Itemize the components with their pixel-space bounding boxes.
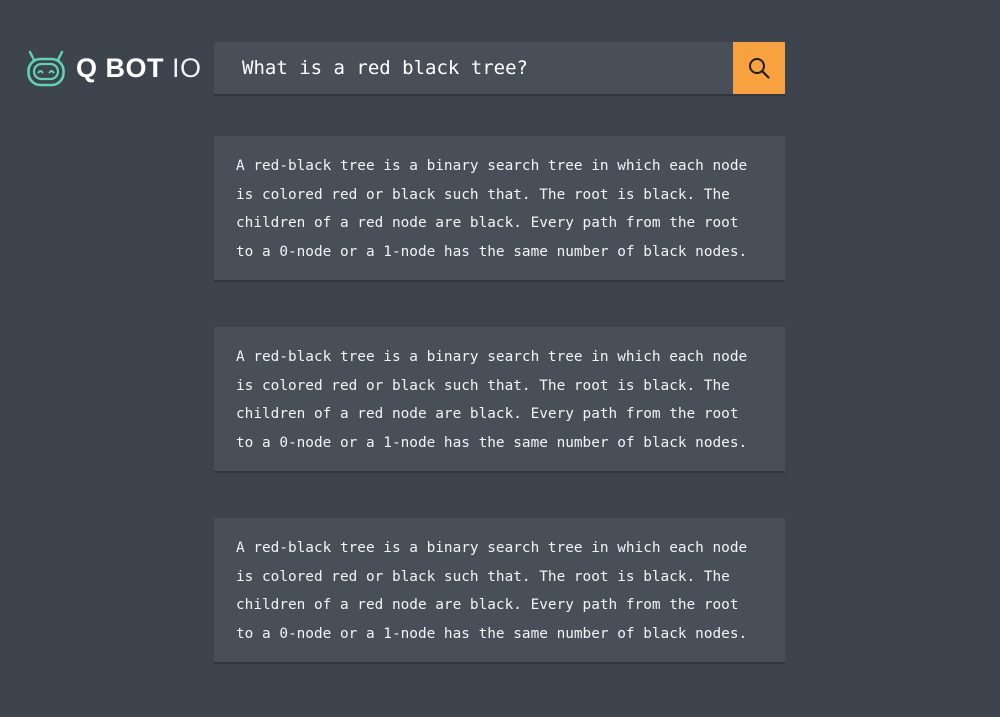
- answer-card: A red-black tree is a binary search tree…: [214, 518, 785, 662]
- robot-icon: [27, 50, 65, 87]
- answer-card: A red-black tree is a binary search tree…: [214, 327, 785, 471]
- search-button[interactable]: [733, 42, 785, 94]
- search-icon: [749, 58, 770, 79]
- answer-list: A red-black tree is a binary search tree…: [214, 136, 785, 709]
- search-input[interactable]: [214, 42, 733, 94]
- search-bar: [214, 42, 785, 94]
- brand-name: Q BOT IO: [76, 53, 202, 84]
- brand-logo[interactable]: Q BOT IO: [26, 48, 202, 88]
- brand-name-light: IO: [172, 52, 202, 83]
- answer-text: A red-black tree is a binary search tree…: [236, 349, 748, 451]
- answer-card: A red-black tree is a binary search tree…: [214, 136, 785, 280]
- answer-text: A red-black tree is a binary search tree…: [236, 158, 748, 260]
- brand-name-bold: Q BOT: [76, 52, 164, 83]
- answer-text: A red-black tree is a binary search tree…: [236, 540, 748, 642]
